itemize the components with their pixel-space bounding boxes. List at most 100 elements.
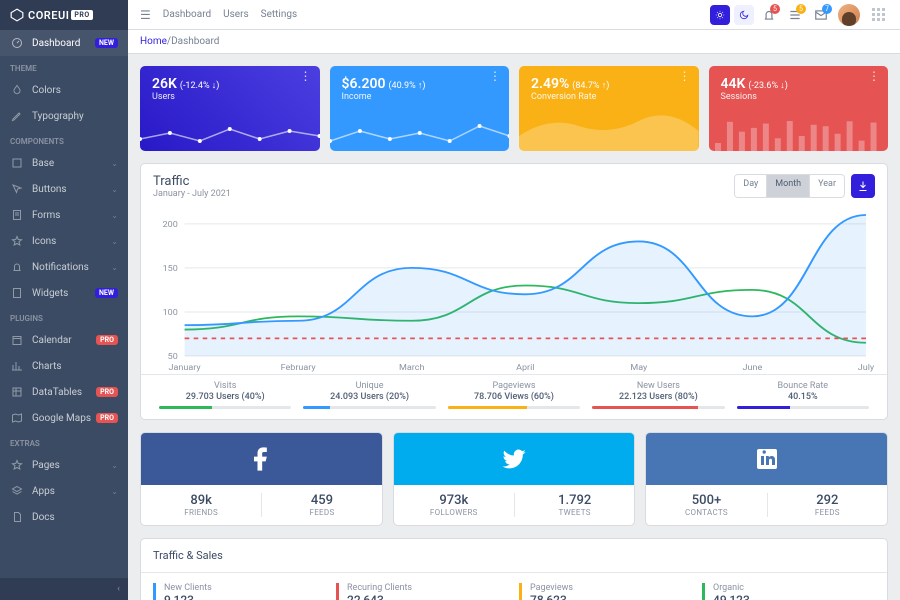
sidebar-item-label: Forms xyxy=(32,210,60,221)
sidebar-item-label: Docs xyxy=(32,512,55,523)
sidebar-item-apps[interactable]: Apps ⌄ xyxy=(0,478,128,504)
drop-icon xyxy=(10,83,24,97)
stat-delta: (-12.4% ↓) xyxy=(180,81,220,91)
svg-text:March: March xyxy=(399,363,425,372)
sidebar-item-forms[interactable]: Forms⌄ xyxy=(0,202,128,228)
stat-card-1: ⋮ $6.200 (40.9% ↑) Income xyxy=(330,66,510,151)
traffic-chart: 50100150200JanuaryFebruaryMarchAprilMayJ… xyxy=(153,209,875,374)
sidebar-item-label: DataTables xyxy=(32,387,82,398)
social-stat-label: FEEDS xyxy=(768,508,887,517)
menu-toggle-icon[interactable]: ☰ xyxy=(140,8,151,22)
brand-logo[interactable]: COREUI PRO xyxy=(0,0,128,30)
more-dots-icon[interactable]: ⋮ xyxy=(679,74,691,78)
metric-new-users: New Users 22.123 Users (80%) xyxy=(586,381,730,409)
sidebar-item-icons[interactable]: Icons⌄ xyxy=(0,228,128,254)
apps-grid-icon[interactable] xyxy=(868,5,888,25)
stat-value: 2.49% xyxy=(531,76,569,92)
sidebar-item-pages[interactable]: Pages ⌄ xyxy=(0,452,128,478)
traffic-card: Traffic January - July 2021 Day Month Ye… xyxy=(140,163,888,420)
metric-value: 29.703 Users (40%) xyxy=(153,392,297,402)
svg-text:June: June xyxy=(743,363,763,372)
stat-label: Income xyxy=(342,92,498,102)
theme-light-button[interactable] xyxy=(710,5,730,25)
svg-text:100: 100 xyxy=(163,308,178,317)
sidebar-item-buttons[interactable]: Buttons⌄ xyxy=(0,176,128,202)
stat-delta: (40.9% ↑) xyxy=(388,81,425,91)
topnav-dashboard[interactable]: Dashboard xyxy=(163,9,211,20)
tasks-list-icon[interactable]: 5 xyxy=(784,4,806,26)
pencil-icon xyxy=(10,109,24,123)
new-badge: NEW xyxy=(95,38,118,48)
ts-item: Organic 49,123 xyxy=(702,583,875,600)
chevron-down-icon: ⌄ xyxy=(111,461,118,470)
messages-mail-icon[interactable]: 7 xyxy=(810,4,832,26)
sidebar-item-base[interactable]: Base ⌄ xyxy=(0,150,128,176)
breadcrumb-current: Dashboard xyxy=(171,36,219,47)
svg-text:200: 200 xyxy=(163,220,178,229)
sidebar-item-label: Base xyxy=(32,158,54,169)
calendar-icon xyxy=(10,333,24,347)
social-stat-label: CONTACTS xyxy=(646,508,766,517)
sidebar-item-label: Google Maps xyxy=(32,413,91,424)
puzzle-icon xyxy=(10,156,24,170)
brand-pro-badge: PRO xyxy=(71,10,92,20)
sidebar-item-label: Charts xyxy=(32,361,62,372)
metric-value: 40.15% xyxy=(731,392,875,402)
sidebar-item-notifications[interactable]: Notifications⌄ xyxy=(0,254,128,280)
chevron-down-icon: ⌄ xyxy=(111,263,118,272)
social-stat-value: 292 xyxy=(768,493,887,508)
notifications-bell-icon[interactable]: 5 xyxy=(758,4,780,26)
social-twitter-card: 973kFOLLOWERS 1.792TWEETS xyxy=(393,432,636,526)
sidebar-item-docs[interactable]: Docs xyxy=(0,504,128,530)
badge-count: 5 xyxy=(770,4,780,14)
traffic-sales-card: Traffic & Sales New Clients 9,123 Recuri… xyxy=(140,538,888,600)
linkedin-icon[interactable] xyxy=(646,433,887,485)
calculator-icon xyxy=(10,286,24,300)
range-month[interactable]: Month xyxy=(766,175,809,197)
theme-dark-button[interactable] xyxy=(734,5,754,25)
metric-visits: Visits 29.703 Users (40%) xyxy=(153,381,297,409)
sidebar-item-calendar[interactable]: CalendarPRO xyxy=(0,327,128,353)
sidebar-collapse[interactable]: ‹ xyxy=(0,578,128,600)
social-stat-value: 459 xyxy=(262,493,381,508)
range-day[interactable]: Day xyxy=(735,175,766,197)
sidebar-nav: Dashboard NEW THEME Colors Typography CO… xyxy=(0,30,128,578)
ts-title: Traffic & Sales xyxy=(153,549,223,562)
speedometer-icon xyxy=(10,36,24,50)
sidebar-item-charts[interactable]: Charts xyxy=(0,353,128,379)
range-year[interactable]: Year xyxy=(809,175,844,197)
pro-badge: PRO xyxy=(96,413,118,423)
topnav-users[interactable]: Users xyxy=(223,9,249,20)
download-button[interactable] xyxy=(851,174,875,198)
social-stat-label: TWEETS xyxy=(515,508,634,517)
sidebar-item-datatables[interactable]: DataTables PRO xyxy=(0,379,128,405)
more-dots-icon[interactable]: ⋮ xyxy=(489,74,501,78)
chevron-down-icon: ⌄ xyxy=(111,487,118,496)
sidebar-item-dashboard[interactable]: Dashboard NEW xyxy=(0,30,128,56)
more-dots-icon[interactable]: ⋮ xyxy=(868,74,880,78)
star-icon xyxy=(10,234,24,248)
sidebar-item-label: Apps xyxy=(32,486,55,497)
topnav-settings[interactable]: Settings xyxy=(261,9,298,20)
ts-label: New Clients xyxy=(164,583,326,593)
sidebar: COREUI PRO Dashboard NEW THEME Colors Ty… xyxy=(0,0,128,600)
more-dots-icon[interactable]: ⋮ xyxy=(300,74,312,78)
pro-badge: PRO xyxy=(96,387,118,397)
user-avatar[interactable] xyxy=(838,4,860,26)
metric-label: Bounce Rate xyxy=(731,381,875,391)
social-stat-value: 1.792 xyxy=(515,493,634,508)
breadcrumb-home[interactable]: Home xyxy=(140,36,167,47)
sidebar-item-label: Pages xyxy=(32,460,60,471)
sidebar-item-google-maps[interactable]: Google Maps PRO xyxy=(0,405,128,431)
stat-delta: (84.7% ↑) xyxy=(572,81,609,91)
sidebar-item-widgets[interactable]: WidgetsNEW xyxy=(0,280,128,306)
stat-label: Users xyxy=(152,92,308,102)
facebook-icon[interactable] xyxy=(141,433,382,485)
sidebar-item-colors[interactable]: Colors xyxy=(0,77,128,103)
chevron-down-icon: ⌄ xyxy=(111,159,118,168)
sidebar-item-typography[interactable]: Typography xyxy=(0,103,128,129)
svg-text:150: 150 xyxy=(163,264,178,273)
ts-value: 22,643 xyxy=(347,593,509,600)
twitter-icon[interactable] xyxy=(394,433,635,485)
notes-icon xyxy=(10,208,24,222)
